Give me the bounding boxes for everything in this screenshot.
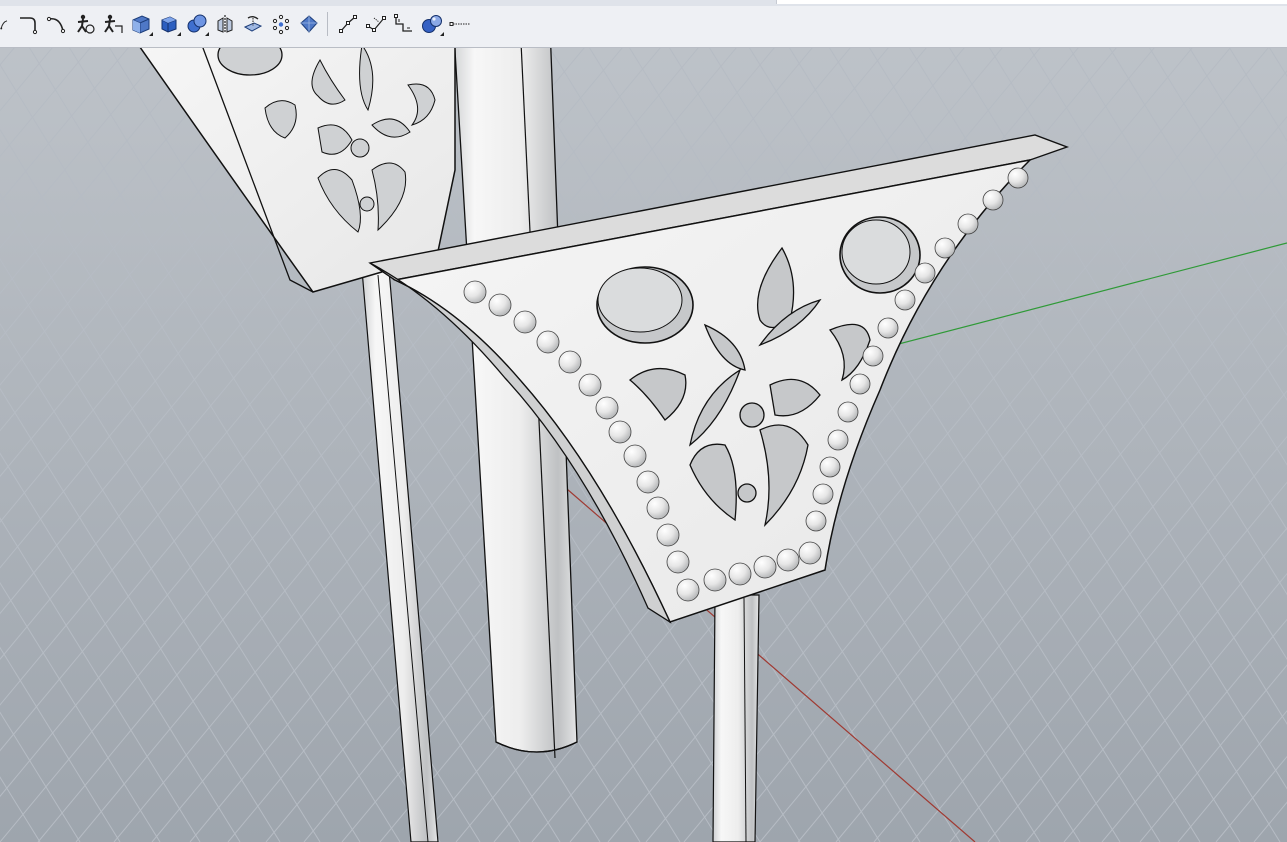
- toolbar-row: [0, 10, 474, 38]
- toolbar-button-edit-points[interactable]: [362, 11, 389, 38]
- bead: [805, 510, 827, 532]
- perspective-viewport[interactable]: [0, 48, 1287, 842]
- bead: [776, 548, 800, 572]
- viewport-scene: [0, 48, 1287, 842]
- bead: [703, 568, 727, 592]
- toolbar-button-sweep-two-rail[interactable]: [99, 11, 126, 38]
- sweep-one-rail-icon: [76, 14, 95, 34]
- bead: [982, 189, 1004, 211]
- flyout-indicator: [177, 31, 181, 36]
- bead: [595, 396, 619, 420]
- bead: [623, 444, 647, 468]
- toolbar-button-dimension[interactable]: [390, 11, 417, 38]
- toolbar-button-polyline[interactable]: [334, 11, 361, 38]
- toolbar-separator: [327, 12, 328, 36]
- bead: [728, 562, 752, 586]
- bead: [914, 262, 936, 284]
- bead: [819, 456, 841, 478]
- bead: [798, 541, 822, 565]
- sweep-two-rail-icon: [103, 14, 123, 33]
- bead: [536, 330, 560, 354]
- toolbar-button-line-end[interactable]: [446, 11, 473, 38]
- toolbar-button-solid-box-blue[interactable]: [155, 11, 182, 38]
- array-icon: [272, 14, 289, 35]
- command-field[interactable]: [776, 0, 1287, 4]
- bead: [837, 401, 859, 423]
- bead: [957, 213, 979, 235]
- toolbar-button-arc[interactable]: [43, 11, 70, 38]
- bead: [862, 345, 884, 367]
- bead: [827, 429, 849, 451]
- bead: [656, 523, 680, 547]
- bead: [934, 237, 956, 259]
- flyout-indicator: [149, 31, 153, 36]
- partial-arc-icon: [0, 20, 8, 30]
- mirror-icon: [217, 15, 232, 33]
- flyout-indicator: [205, 31, 209, 36]
- toolbar-button-boolean-union[interactable]: [183, 11, 210, 38]
- bead: [646, 496, 670, 520]
- toolbar-button-render-sphere[interactable]: [418, 11, 445, 38]
- bead: [488, 293, 512, 317]
- cylinder-thin-right: [712, 594, 760, 842]
- toolbar-button-solid-box[interactable]: [127, 11, 154, 38]
- toolbar-button-surface-from-points[interactable]: [295, 11, 322, 38]
- toolbar-button-partial-arc[interactable]: [0, 11, 14, 38]
- bead: [558, 350, 582, 374]
- bead: [877, 317, 899, 339]
- edit-points-icon: [365, 16, 386, 32]
- toolbar-button-project-curve[interactable]: [239, 11, 266, 38]
- toolbar-button-curve-fillet[interactable]: [15, 11, 42, 38]
- bead: [1007, 167, 1029, 189]
- top-toolbar: [0, 0, 1287, 48]
- curve-fillet-icon: [19, 17, 37, 35]
- toolbar-button-mirror[interactable]: [211, 11, 238, 38]
- bead: [578, 373, 602, 397]
- bead: [666, 550, 690, 574]
- arc-icon: [46, 16, 65, 34]
- toolbar-button-array[interactable]: [267, 11, 294, 38]
- bead: [676, 578, 700, 602]
- bead: [812, 483, 834, 505]
- bead: [608, 420, 632, 444]
- toolbar-button-sweep-one-rail[interactable]: [71, 11, 98, 38]
- bead: [513, 310, 537, 334]
- surface-from-points-icon: [299, 15, 318, 33]
- polyline-icon: [338, 15, 357, 33]
- line-end-icon: [449, 22, 470, 26]
- bead: [463, 280, 487, 304]
- dimension-icon: [393, 14, 412, 32]
- bead: [636, 470, 660, 494]
- project-curve-icon: [243, 16, 262, 32]
- bead: [894, 289, 916, 311]
- bead: [849, 373, 871, 395]
- flyout-indicator: [440, 31, 444, 36]
- bead: [753, 555, 777, 579]
